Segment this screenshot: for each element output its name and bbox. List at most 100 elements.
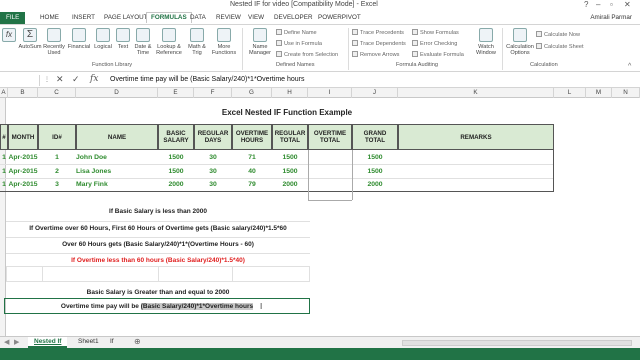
- column-header-j[interactable]: J: [352, 88, 398, 98]
- horizontal-scrollbar[interactable]: [402, 340, 632, 346]
- tab-file[interactable]: FILE: [0, 12, 26, 24]
- collapse-ribbon-icon[interactable]: ^: [628, 63, 631, 70]
- tab-page-layout[interactable]: PAGE LAYOUT: [104, 14, 148, 21]
- cell-reg-total[interactable]: 1500: [272, 168, 308, 175]
- cell-ot-hours[interactable]: 40: [232, 168, 272, 175]
- cell-days[interactable]: 30: [194, 181, 232, 188]
- define-name-button[interactable]: Define Name: [276, 29, 317, 37]
- tab-home[interactable]: HOME: [40, 14, 59, 21]
- sheet-tab-sheet1[interactable]: Sheet1: [72, 337, 105, 348]
- calculate-sheet-button[interactable]: Calculate Sheet: [536, 43, 584, 51]
- column-header-c[interactable]: C: [38, 88, 76, 98]
- logical-button[interactable]: Logical: [92, 28, 114, 50]
- cell-days[interactable]: 30: [194, 168, 232, 175]
- financial-button[interactable]: Financial: [66, 28, 92, 50]
- name-manager-button[interactable]: Name Manager: [246, 28, 274, 56]
- header-month[interactable]: MONTH: [8, 124, 38, 150]
- column-header-e[interactable]: E: [158, 88, 194, 98]
- prev-sheet-icon[interactable]: ◀: [4, 338, 9, 346]
- note-over-60-hours[interactable]: Over 60 Hours gets (Basic Salary/240)*1*…: [6, 241, 310, 248]
- cell-name[interactable]: Mary Fink: [76, 181, 158, 188]
- cell-ot-hours[interactable]: 79: [232, 181, 272, 188]
- header-regular-total[interactable]: REGULAR TOTAL: [272, 124, 308, 150]
- create-from-selection-button[interactable]: Create from Selection: [276, 51, 338, 59]
- cell-days[interactable]: 30: [194, 154, 232, 161]
- cell-month[interactable]: Apr-2015: [8, 181, 38, 188]
- evaluate-formula-button[interactable]: Evaluate Formula: [412, 51, 464, 59]
- calc-options-button[interactable]: Calculation Options: [504, 28, 536, 56]
- note-salary-less-2000[interactable]: If Basic Salary is less than 2000: [6, 208, 310, 215]
- column-header-b[interactable]: B: [8, 88, 38, 98]
- sheet-tab-nested-if[interactable]: Nested If: [28, 337, 68, 348]
- lookup-button[interactable]: Lookup & Reference: [154, 28, 184, 56]
- column-header-k[interactable]: K: [398, 88, 554, 98]
- text-button[interactable]: Text: [114, 28, 132, 50]
- tab-insert[interactable]: INSERT: [72, 14, 95, 21]
- tab-view[interactable]: VIEW: [248, 14, 264, 21]
- sheet-tab-if[interactable]: If: [104, 337, 120, 348]
- cell-salary[interactable]: 2000: [158, 181, 194, 188]
- header-overtime-total[interactable]: OVERTIME TOTAL: [308, 124, 352, 150]
- column-header-m[interactable]: M: [586, 88, 612, 98]
- more-functions-button[interactable]: More Functions: [210, 28, 238, 56]
- header-basic-salary[interactable]: BASIC SALARY: [158, 124, 194, 150]
- cell-id[interactable]: 2: [38, 168, 76, 175]
- minimize-icon[interactable]: –: [596, 0, 600, 9]
- add-sheet-icon[interactable]: ⊕: [134, 337, 141, 346]
- cell-num[interactable]: 1: [0, 181, 8, 188]
- header-num[interactable]: #: [0, 124, 8, 150]
- formula-input[interactable]: Overtime time pay will be (Basic Salary/…: [110, 76, 305, 83]
- tab-review[interactable]: REVIEW: [216, 14, 241, 21]
- header-id[interactable]: ID#: [38, 124, 76, 150]
- trace-dependents-button[interactable]: Trace Dependents: [352, 40, 406, 48]
- insert-function-icon[interactable]: fx: [90, 74, 98, 84]
- header-grand-total[interactable]: GRAND TOTAL: [352, 124, 398, 150]
- header-name[interactable]: NAME: [76, 124, 158, 150]
- header-regular-days[interactable]: REGULAR DAYS: [194, 124, 232, 150]
- next-sheet-icon[interactable]: ▶: [14, 338, 19, 346]
- cell-salary[interactable]: 1500: [158, 154, 194, 161]
- insert-function-button[interactable]: fx: [2, 28, 16, 44]
- use-in-formula-button[interactable]: Use in Formula: [276, 40, 322, 48]
- column-header-d[interactable]: D: [76, 88, 158, 98]
- tab-data[interactable]: DATA: [190, 14, 206, 21]
- note-overtime-over-60[interactable]: If Overtime over 60 Hours, First 60 Hour…: [6, 225, 310, 232]
- cell-name[interactable]: Lisa Jones: [76, 168, 158, 175]
- note-overtime-less-60[interactable]: If Overtime less than 60 hours (Basic Sa…: [6, 257, 310, 264]
- note-overtime-pay[interactable]: Overtime time pay will be (Basic Salary/…: [4, 303, 310, 310]
- calculate-now-button[interactable]: Calculate Now: [536, 31, 580, 39]
- trace-precedents-button[interactable]: Trace Precedents: [352, 29, 404, 37]
- note-salary-greater-2000[interactable]: Basic Salary is Greater than and equal t…: [6, 289, 310, 296]
- column-header-a[interactable]: A: [0, 88, 8, 98]
- cell-grand-total[interactable]: 1500: [352, 154, 398, 161]
- autosum-button[interactable]: Σ AutoSum: [16, 28, 44, 50]
- cell-reg-total[interactable]: 2000: [272, 181, 308, 188]
- cell-id[interactable]: 1: [38, 154, 76, 161]
- error-checking-button[interactable]: Error Checking: [412, 40, 457, 48]
- cell-reg-total[interactable]: 1500: [272, 154, 308, 161]
- show-formulas-button[interactable]: Show Formulas: [412, 29, 459, 37]
- cell-salary[interactable]: 1500: [158, 168, 194, 175]
- cancel-icon[interactable]: ✕: [56, 74, 64, 85]
- cell-id[interactable]: 3: [38, 181, 76, 188]
- recently-used-button[interactable]: Recently Used: [42, 28, 66, 56]
- cell-num[interactable]: 1: [0, 168, 8, 175]
- tab-developer[interactable]: DEVELOPER: [274, 14, 313, 21]
- column-header-g[interactable]: G: [232, 88, 272, 98]
- column-header-l[interactable]: L: [554, 88, 586, 98]
- cell-month[interactable]: Apr-2015: [8, 154, 38, 161]
- math-trig-button[interactable]: Math & Trig: [184, 28, 210, 56]
- cell-name[interactable]: John Doe: [76, 154, 158, 161]
- column-header-f[interactable]: F: [194, 88, 232, 98]
- enter-icon[interactable]: ✓: [72, 74, 80, 85]
- note-overtime-pay-highlight[interactable]: (Basic Salary/240)*1*Overtime hours: [140, 303, 254, 310]
- column-header-h[interactable]: H: [272, 88, 308, 98]
- name-box[interactable]: [0, 75, 40, 86]
- watch-window-button[interactable]: Watch Window: [472, 28, 500, 56]
- column-header-i[interactable]: I: [308, 88, 352, 98]
- column-header-n[interactable]: N: [612, 88, 640, 98]
- cell-ot-hours[interactable]: 71: [232, 154, 272, 161]
- close-icon[interactable]: ✕: [624, 0, 631, 9]
- maximize-icon[interactable]: ▫: [610, 0, 613, 9]
- header-remarks[interactable]: REMARKS: [398, 124, 554, 150]
